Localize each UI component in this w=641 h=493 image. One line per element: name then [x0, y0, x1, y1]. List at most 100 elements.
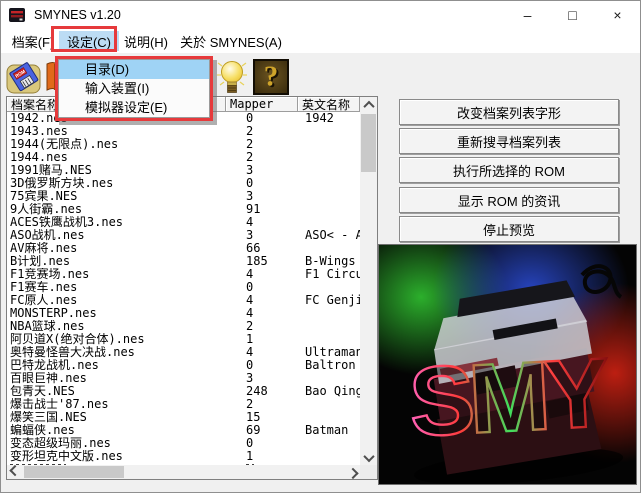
filename-cell: NBA篮球.nes [10, 320, 85, 333]
action-button-2[interactable]: 执行所选择的 ROM [399, 157, 619, 183]
mapper-cell: 4 [246, 216, 254, 229]
scroll-down-button[interactable] [360, 450, 377, 465]
english-name-cell [298, 450, 360, 463]
filename-cell: FC原人.nes [10, 294, 78, 307]
mapper-cell: 2 [246, 138, 254, 151]
menubar-item-1[interactable]: 设定(C) [59, 31, 119, 51]
mapper-cell: 0 [246, 437, 254, 450]
english-name-cell [298, 320, 360, 333]
table-row[interactable]: 1944(无限点).nes 2 [7, 138, 360, 151]
filename-cell: 阿贝道X(绝对合体).nes [10, 333, 145, 346]
table-row[interactable]: 变形坦克中文版.nes 1 [7, 450, 360, 463]
vertical-scroll-thumb[interactable] [361, 114, 376, 172]
horizontal-scroll-thumb[interactable] [24, 466, 124, 478]
action-button-4[interactable]: 停止预览 [399, 216, 619, 242]
mapper-cell: 248 [246, 385, 268, 398]
vertical-scrollbar[interactable] [360, 97, 377, 465]
close-button[interactable]: × [595, 1, 640, 29]
table-row[interactable]: NBA篮球.nes 2 [7, 320, 360, 333]
filename-cell: F1竞赛场.nes [10, 268, 90, 281]
table-row[interactable]: MONSTERP.nes 4 [7, 307, 360, 320]
table-row[interactable]: ASO战机.nes 3 ASO< - Ar [7, 229, 360, 242]
english-name-cell: Ultraman [305, 346, 360, 359]
table-row[interactable]: 百眼巨神.nes 3 [7, 372, 360, 385]
filename-cell: 1944.nes [10, 151, 68, 164]
english-name-cell [298, 281, 360, 294]
english-name-cell [298, 242, 360, 255]
maximize-button[interactable]: □ [550, 1, 595, 29]
filename-cell: 奥特曼怪兽大决战.nes [10, 346, 135, 359]
table-row[interactable]: 爆击战士'87.nes 2 [7, 398, 360, 411]
table-row[interactable]: 1943.nes 2 [7, 125, 360, 138]
titlebar: SMYNES v1.20 – □ × [1, 1, 640, 29]
english-name-cell [298, 203, 360, 216]
table-row[interactable]: F1赛车.nes 0 [7, 281, 360, 294]
rom-list: 档案名称 Mapper 英文名称 1942.nes 0 1942 1943.nes 2 194… [6, 96, 378, 480]
filename-cell: 75宾果.NES [10, 190, 78, 203]
table-row[interactable]: ACES铁鹰战机3.nes 4 [7, 216, 360, 229]
english-name-cell: Baltron [305, 359, 356, 372]
scroll-up-button[interactable] [360, 97, 377, 112]
scroll-right-button[interactable] [345, 465, 360, 480]
english-name-cell [298, 411, 360, 424]
scrollbar-corner [360, 465, 377, 479]
column-header-2[interactable]: 英文名称 [298, 97, 360, 112]
filename-cell: 爆笑三国.NES [10, 411, 87, 424]
lightbulb-icon[interactable] [215, 57, 249, 96]
dropdown-item-1[interactable]: 输入装置(I) [59, 79, 209, 98]
rom-floppy-icon[interactable]: ROM [5, 58, 43, 96]
action-button-0[interactable]: 改变档案列表字形 [399, 99, 619, 125]
minimize-button[interactable]: – [505, 1, 550, 29]
english-name-cell [298, 164, 360, 177]
table-row[interactable]: 3D俄罗斯方块.nes 0 [7, 177, 360, 190]
mapper-cell: 15 [246, 411, 261, 424]
table-row[interactable]: 变态超级玛丽.nes 0 [7, 437, 360, 450]
dropdown-item-2[interactable]: 模拟器设定(E) [59, 98, 209, 117]
rom-rows: 1942.nes 0 1942 1943.nes 2 1944(无限点).nes 2 1944… [7, 112, 360, 466]
filename-cell: MONSTERP.nes [10, 307, 97, 320]
table-row[interactable]: 1991赌马.NES 3 [7, 164, 360, 177]
dropdown-item-0[interactable]: 目录(D) [59, 60, 209, 79]
settings-dropdown-menu: 目录(D) 输入装置(I) 模拟器设定(E) [58, 59, 210, 118]
table-row[interactable]: 蝙蝠侠.nes 69 Batman [7, 424, 360, 437]
english-name-cell: ASO< - Ar [305, 229, 360, 242]
action-button-1[interactable]: 重新搜寻档案列表 [399, 128, 619, 154]
mapper-cell: 2 [246, 125, 254, 138]
table-row[interactable]: 9人街霸.nes 91 [7, 203, 360, 216]
table-row[interactable]: 75宾果.NES 3 [7, 190, 360, 203]
filename-cell: 9人街霸.nes [10, 203, 83, 216]
action-button-3[interactable]: 显示 ROM 的资讯 [399, 187, 619, 213]
horizontal-scrollbar[interactable] [7, 464, 360, 480]
english-name-cell [298, 125, 360, 138]
chevron-up-icon [362, 100, 375, 112]
english-name-cell: F1 Circus [305, 268, 360, 281]
table-row[interactable]: 奥特曼怪兽大决战.nes 4 Ultraman [7, 346, 360, 359]
menubar-item-2[interactable]: 说明(H) [121, 31, 171, 51]
help-question-icon[interactable]: ? ? [253, 59, 289, 95]
table-row[interactable]: 包青天.NES 248 Bao Qing [7, 385, 360, 398]
table-row[interactable]: AV麻将.nes 66 [7, 242, 360, 255]
english-name-cell: Batman [305, 424, 349, 437]
mapper-cell: 2 [246, 398, 254, 411]
column-header-1[interactable]: Mapper [226, 97, 298, 112]
menubar-item-0[interactable]: 档案(F) [9, 31, 57, 51]
table-row[interactable]: 爆笑三国.NES 15 [7, 411, 360, 424]
filename-cell: 1944(无限点).nes [10, 138, 119, 151]
window-title: SMYNES v1.20 [34, 8, 121, 22]
filename-cell: B计划.nes [10, 255, 71, 268]
filename-cell: 百眼巨神.nes [10, 372, 87, 385]
filename-cell: ASO战机.nes [10, 229, 85, 242]
english-name-cell [298, 216, 360, 229]
table-row[interactable]: 巴特龙战机.nes 0 Baltron [7, 359, 360, 372]
table-row[interactable]: F1竞赛场.nes 4 F1 Circus [7, 268, 360, 281]
table-row[interactable]: FC原人.nes 4 FC Genjin [7, 294, 360, 307]
filename-cell: 3D俄罗斯方块.nes [10, 177, 114, 190]
table-row[interactable]: 1944.nes 2 [7, 151, 360, 164]
table-row[interactable]: B计划.nes 185 B-Wings [7, 255, 360, 268]
scroll-left-button[interactable] [7, 464, 22, 479]
window-controls: – □ × [505, 1, 640, 29]
filename-cell: 蝙蝠侠.nes [10, 424, 75, 437]
table-row[interactable]: 阿贝道X(绝对合体).nes 1 [7, 333, 360, 346]
mapper-cell: 4 [246, 294, 254, 307]
menubar-item-3[interactable]: 关於 SMYNES(A) [173, 31, 289, 51]
